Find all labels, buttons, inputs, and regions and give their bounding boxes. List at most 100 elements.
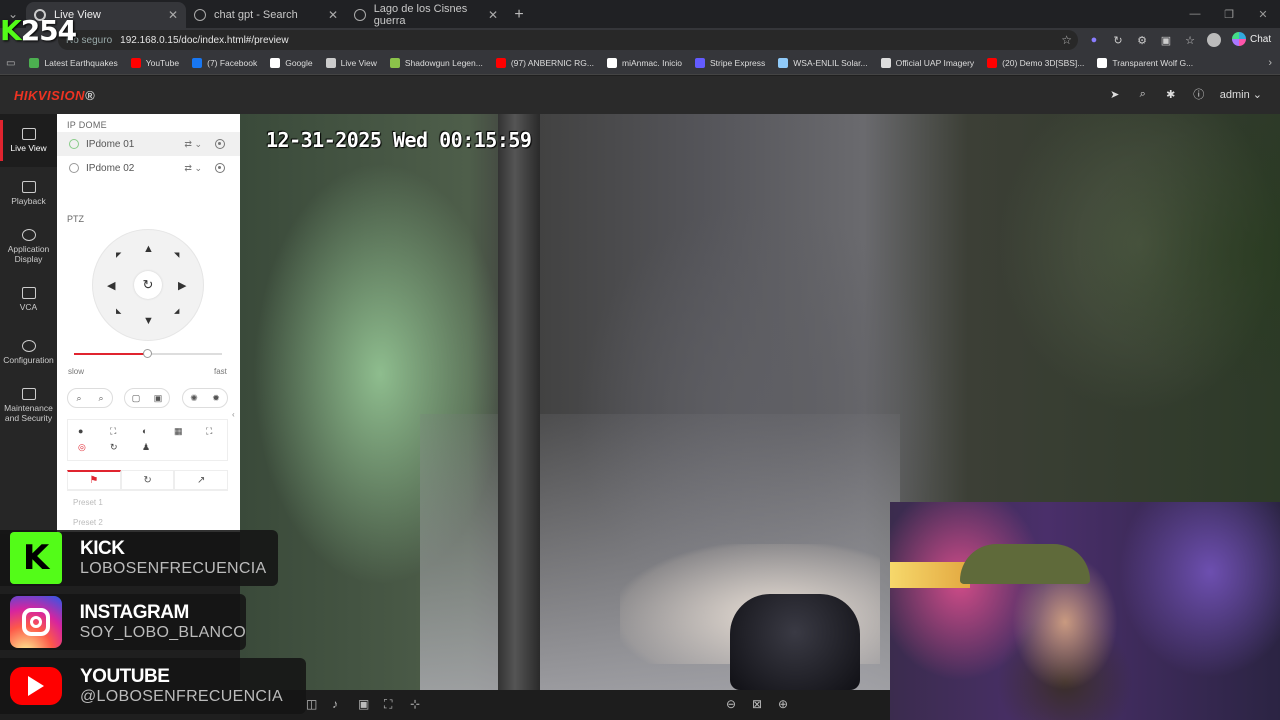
search-icon[interactable]: ⌕ bbox=[1136, 87, 1150, 101]
tab-patrol-icon[interactable]: ↻ bbox=[120, 470, 175, 490]
tab-pattern-icon[interactable]: ↗ bbox=[174, 470, 229, 490]
tab-manager-icon[interactable]: ▣ bbox=[1158, 32, 1174, 48]
social-handle: @LOBOSENFRECUENCIA bbox=[80, 688, 284, 705]
stream-settings-icon[interactable]: ⇄ ⌄ bbox=[184, 139, 202, 150]
camera-item-ipdome-01[interactable]: IPdome 01 ⇄ ⌄ bbox=[57, 132, 240, 156]
zoom-out-icon[interactable]: ⌕ bbox=[76, 393, 81, 404]
focus-frame-icon[interactable]: ⛶ bbox=[110, 426, 116, 437]
nav-playback[interactable]: Playback bbox=[0, 167, 57, 220]
nav-maintenance-security[interactable]: Maintenance and Security bbox=[0, 379, 57, 432]
bookmark-item[interactable]: Stripe Express bbox=[694, 58, 765, 68]
favorites-icon[interactable]: ☆ bbox=[1182, 32, 1198, 48]
wiper-icon[interactable]: ◐ bbox=[142, 426, 147, 436]
iris-close-icon[interactable]: ✹ bbox=[212, 393, 220, 404]
bookmarks-bar: ▭ Latest Earthquakes YouTube (7) Facebook G… bbox=[0, 52, 1280, 75]
bookmark-item[interactable]: Shadowgun Legen... bbox=[389, 58, 483, 68]
ptz-up-left-arrow-icon[interactable]: ◤ bbox=[116, 251, 121, 259]
track-icon[interactable]: ⛶ bbox=[206, 426, 212, 437]
preset-item[interactable]: Preset 2 bbox=[73, 518, 103, 527]
collapse-panel-icon[interactable]: ‹ bbox=[232, 410, 235, 419]
extension-icon[interactable]: ● bbox=[1086, 32, 1102, 48]
close-window-icon[interactable]: ✕ bbox=[1246, 0, 1280, 28]
focus-far-icon[interactable]: ▣ bbox=[154, 393, 163, 404]
bookmark-item[interactable]: (97) ANBERNIC RG... bbox=[495, 58, 594, 68]
user-menu[interactable]: admin ⌄ bbox=[1220, 88, 1262, 101]
ptz-speed-slider[interactable] bbox=[74, 349, 222, 358]
digital-zoom-icon[interactable]: ⛶ bbox=[384, 697, 392, 712]
bookmark-item[interactable]: Official UAP Imagery bbox=[880, 58, 974, 68]
bookmark-favicon-icon bbox=[694, 58, 705, 68]
new-tab-button[interactable]: + bbox=[506, 2, 532, 28]
bookmark-item[interactable]: Transparent Wolf G... bbox=[1097, 58, 1193, 68]
nav-configuration[interactable]: Configuration bbox=[0, 326, 57, 379]
tab-lago-de-los-cisnes[interactable]: Lago de los Cisnes guerra ✕ bbox=[346, 2, 506, 28]
bookmark-item[interactable]: Live View bbox=[325, 58, 377, 68]
bookmark-label: Shadowgun Legen... bbox=[404, 58, 483, 68]
stream-settings-icon[interactable]: ⇄ ⌄ bbox=[184, 163, 202, 174]
speed-slider-handle[interactable] bbox=[142, 349, 152, 358]
bookmark-item[interactable]: Google bbox=[270, 58, 313, 68]
focus-near-icon[interactable]: ▢ bbox=[132, 393, 141, 404]
tools-icon[interactable]: ✱ bbox=[1164, 87, 1178, 101]
video-pole bbox=[498, 114, 540, 690]
grid-icon[interactable]: ▦ bbox=[174, 426, 183, 437]
avatar-icon[interactable] bbox=[1206, 32, 1222, 48]
gear-icon bbox=[21, 339, 36, 352]
bookmark-item[interactable]: WSA-ENLIL Solar... bbox=[778, 58, 868, 68]
zoom-in-icon[interactable]: ⌕ bbox=[98, 393, 103, 404]
nav-application-display[interactable]: Application Display bbox=[0, 220, 57, 273]
person-icon[interactable]: ♟ bbox=[142, 442, 150, 453]
record-icon[interactable] bbox=[215, 163, 225, 173]
address-bar[interactable]: No seguro 192.168.0.15/doc/index.html#/p… bbox=[58, 30, 1078, 50]
info-icon[interactable]: ⓘ bbox=[1192, 87, 1206, 101]
bookmarks-overflow-icon[interactable]: › bbox=[1268, 57, 1272, 69]
send-icon[interactable]: ➤ bbox=[1108, 87, 1122, 101]
preset-item[interactable]: Preset 1 bbox=[73, 498, 103, 507]
ptz-up-arrow-icon[interactable]: ▲ bbox=[143, 243, 154, 255]
ptz-auto-rotate-button[interactable]: ↻ bbox=[134, 271, 162, 299]
url-text[interactable]: 192.168.0.15/doc/index.html#/preview bbox=[120, 35, 288, 46]
tab-close-icon[interactable]: ✕ bbox=[168, 8, 178, 22]
ptz-up-right-arrow-icon[interactable]: ◥ bbox=[174, 251, 179, 259]
ptz-down-arrow-icon[interactable]: ▼ bbox=[143, 315, 154, 327]
ptz-down-right-arrow-icon[interactable]: ◢ bbox=[174, 307, 179, 315]
ptz-down-left-arrow-icon[interactable]: ◣ bbox=[116, 307, 121, 315]
bookmark-item[interactable]: (7) Facebook bbox=[192, 58, 257, 68]
ptz-right-arrow-icon[interactable]: ▶ bbox=[178, 279, 186, 292]
bookmark-item[interactable]: Latest Earthquakes bbox=[29, 58, 118, 68]
camera-item-ipdome-02[interactable]: IPdome 02 ⇄ ⌄ bbox=[57, 156, 240, 180]
snapshot-icon[interactable]: ▣ bbox=[358, 697, 369, 711]
microphone-icon[interactable]: ♪ bbox=[332, 697, 338, 711]
capture-icon[interactable]: ◫ bbox=[306, 697, 317, 711]
tab-presets-flag-icon[interactable]: ⚑ bbox=[67, 470, 121, 490]
lens-init-icon[interactable]: ↻ bbox=[110, 442, 118, 453]
copilot-chat-button[interactable]: Chat bbox=[1232, 32, 1271, 46]
light-icon[interactable]: ● bbox=[78, 426, 83, 436]
search-favicon-icon bbox=[194, 9, 206, 21]
record-icon[interactable] bbox=[215, 139, 225, 149]
bookmark-item[interactable]: miAnmac. Inicio bbox=[606, 58, 682, 68]
sidebar-toggle-icon[interactable]: ▭ bbox=[6, 58, 15, 69]
bookmark-star-icon[interactable]: ☆ bbox=[1061, 33, 1072, 47]
nav-vca[interactable]: VCA bbox=[0, 273, 57, 326]
bookmark-label: (97) ANBERNIC RG... bbox=[510, 58, 594, 68]
3d-position-icon[interactable]: ⊹ bbox=[410, 697, 420, 711]
tab-close-icon[interactable]: ✕ bbox=[488, 8, 498, 22]
next-icon[interactable]: ⊕ bbox=[778, 697, 788, 711]
manual-track-icon[interactable]: ◎ bbox=[78, 442, 86, 453]
previous-icon[interactable]: ⊖ bbox=[726, 697, 736, 711]
minimize-icon[interactable]: — bbox=[1178, 0, 1212, 28]
bookmark-item[interactable]: YouTube bbox=[130, 58, 179, 68]
tab-chat-gpt-search[interactable]: chat gpt - Search ✕ bbox=[186, 2, 346, 28]
window-division-icon[interactable]: ⊠ bbox=[752, 697, 762, 711]
bookmark-favicon-icon bbox=[495, 58, 506, 68]
refresh-extension-icon[interactable]: ↻ bbox=[1110, 32, 1126, 48]
iris-open-icon[interactable]: ✺ bbox=[190, 393, 198, 404]
nav-live-view[interactable]: Live View bbox=[0, 114, 57, 167]
maximize-icon[interactable]: ❐ bbox=[1212, 0, 1246, 28]
ptz-left-arrow-icon[interactable]: ◀ bbox=[107, 279, 115, 292]
bookmark-item[interactable]: (20) Demo 3D[SBS]... bbox=[987, 58, 1084, 68]
tab-close-icon[interactable]: ✕ bbox=[328, 8, 338, 22]
puzzle-extension-icon[interactable]: ⚙ bbox=[1134, 32, 1150, 48]
bookmark-label: miAnmac. Inicio bbox=[621, 58, 682, 68]
